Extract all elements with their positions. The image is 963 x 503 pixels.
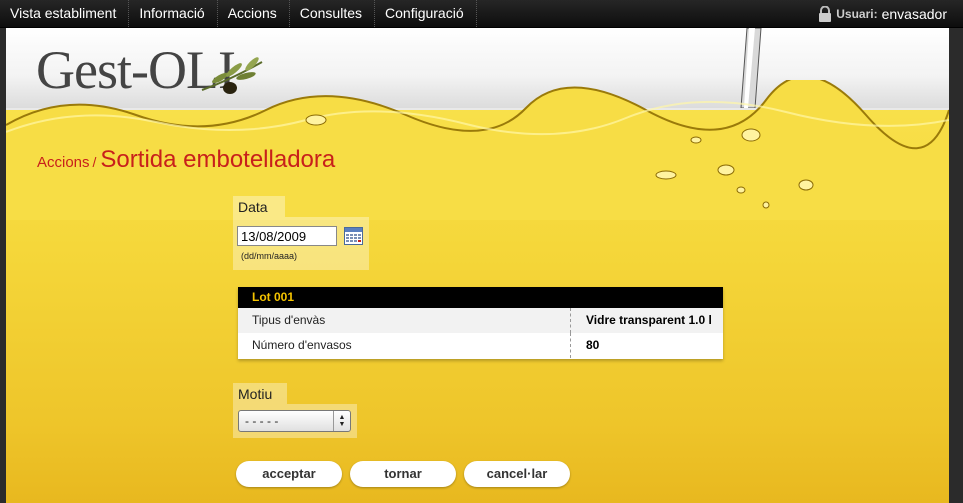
date-input[interactable] <box>237 226 337 246</box>
back-button[interactable]: tornar <box>350 461 456 487</box>
table-row: Número d'envasos 80 <box>238 333 723 358</box>
menu-item-configuracio[interactable]: Configuració <box>375 0 477 27</box>
motiu-selected-value: - - - - - <box>245 414 279 428</box>
right-frame <box>949 28 963 503</box>
row-value: Vidre transparent 1.0 l <box>586 313 712 327</box>
select-arrows-icon: ▲ ▼ <box>333 411 350 431</box>
date-label: Data <box>233 196 285 217</box>
lock-icon <box>819 5 832 22</box>
motiu-select[interactable]: - - - - - ▲ ▼ <box>238 410 351 432</box>
row-key: Tipus d'envàs <box>238 308 571 333</box>
row-value: 80 <box>586 338 600 352</box>
accept-button[interactable]: acceptar <box>236 461 342 487</box>
cancel-button[interactable]: cancel·lar <box>464 461 570 487</box>
breadcrumb-accions[interactable]: Accions <box>37 154 90 171</box>
calendar-icon[interactable] <box>344 227 363 245</box>
lot-title: Lot 001 <box>238 287 723 308</box>
date-format-hint: (dd/mm/aaaa) <box>241 251 298 261</box>
breadcrumb-separator: / <box>92 154 97 170</box>
motiu-label: Motiu <box>233 383 287 404</box>
main-menu: Vista establiment Informació Accions Con… <box>0 0 477 27</box>
lot-table: Lot 001 Tipus d'envàs Vidre transparent … <box>238 287 723 359</box>
top-nav-bar: Vista establiment Informació Accions Con… <box>0 0 963 28</box>
breadcrumb: Accions / Sortida embotelladora <box>37 146 335 174</box>
table-row: Tipus d'envàs Vidre transparent 1.0 l <box>238 308 723 333</box>
menu-item-informacio[interactable]: Informació <box>129 0 218 27</box>
user-info: Usuari: envasador <box>818 0 947 27</box>
page-title: Sortida embotelladora <box>100 146 336 173</box>
menu-item-vista-establiment[interactable]: Vista establiment <box>0 0 130 27</box>
user-name: envasador <box>881 5 947 22</box>
row-key: Número d'envasos <box>238 333 571 358</box>
menu-item-consultes[interactable]: Consultes <box>290 0 376 27</box>
user-label: Usuari: <box>836 6 878 21</box>
menu-item-accions[interactable]: Accions <box>218 0 290 27</box>
